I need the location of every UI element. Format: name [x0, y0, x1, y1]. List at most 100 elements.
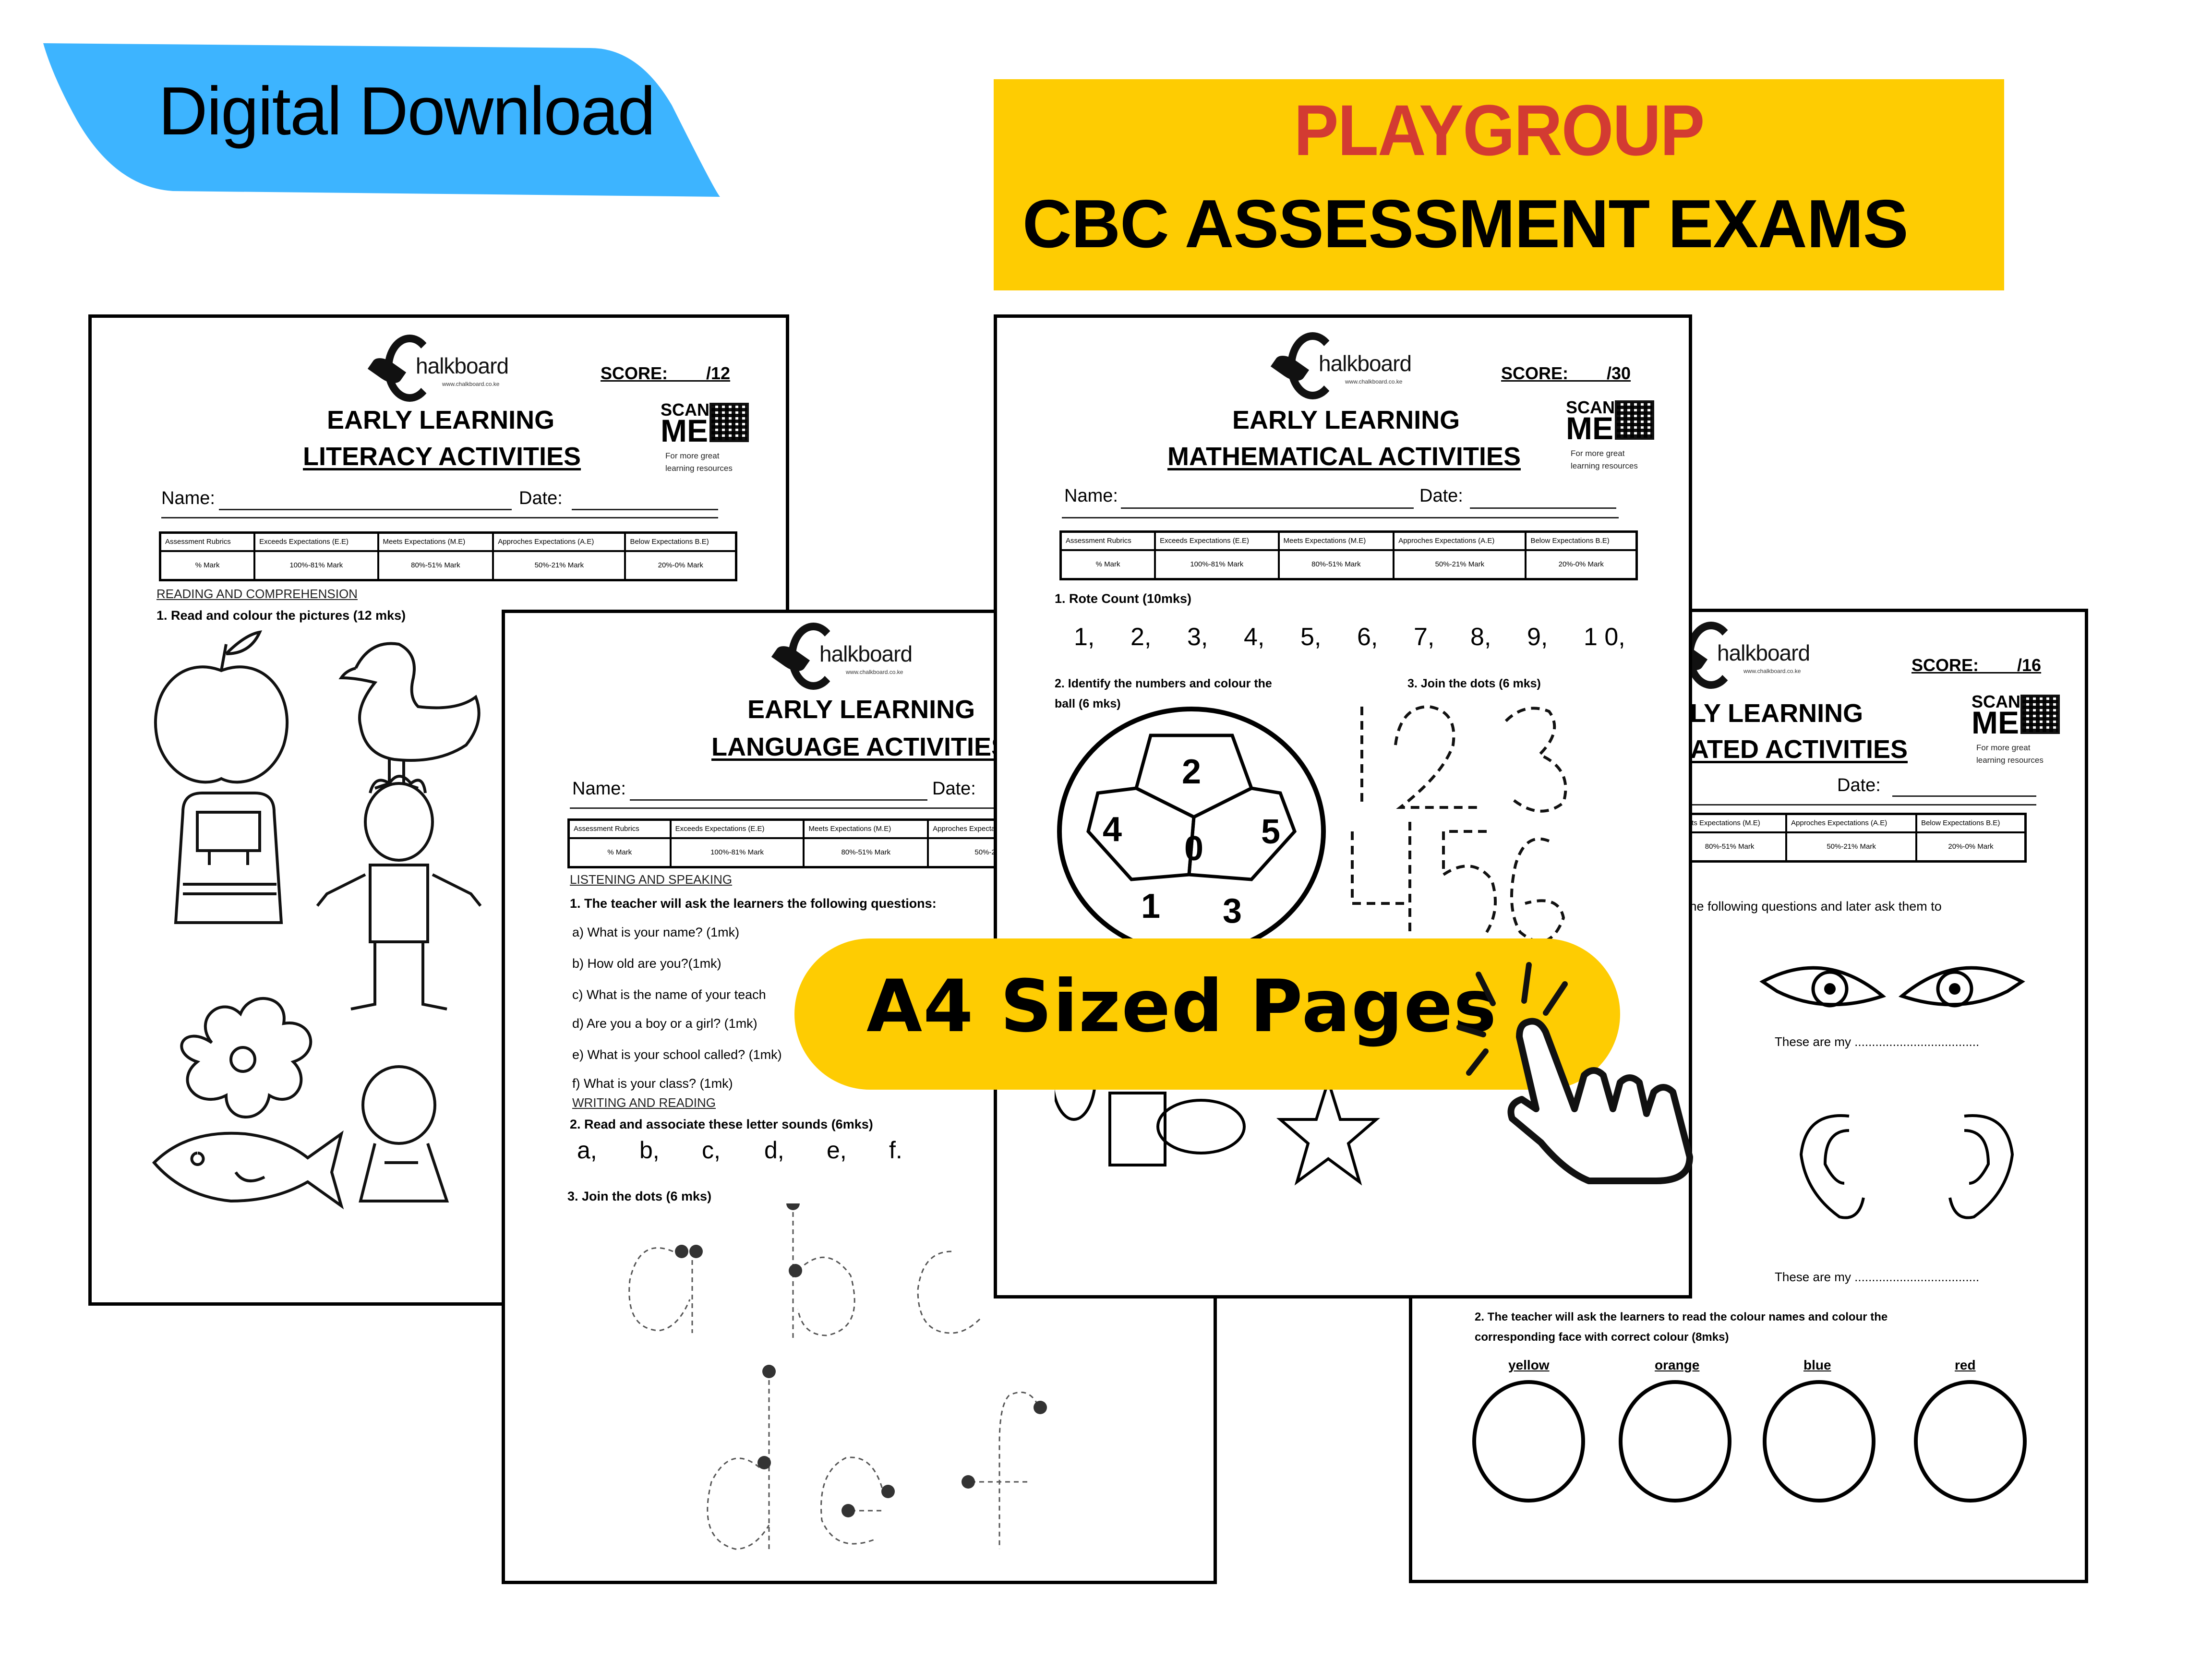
face-orange[interactable]	[1619, 1380, 1731, 1503]
section-reading: READING AND COMPREHENSION	[156, 587, 358, 601]
subtitle-language: LANGUAGE ACTIVITIES	[711, 733, 1009, 761]
date-field[interactable]	[1470, 507, 1616, 509]
face-yellow[interactable]	[1472, 1380, 1585, 1503]
ball-number: 0	[1184, 830, 1203, 868]
title-playgroup: PLAYGROUP	[1294, 90, 1705, 170]
step-2-marker	[689, 1245, 703, 1258]
chalkboard-logo: halkboard www.chalkboard.co.ke	[367, 335, 519, 407]
trace-letter-e	[820, 1456, 885, 1545]
heading-partial: RLY LEARNING	[1671, 699, 1863, 728]
flower-icon	[180, 997, 313, 1118]
divider	[161, 517, 718, 518]
face-red[interactable]	[1914, 1380, 2027, 1503]
question-2: 2. Read and associate these letter sound…	[570, 1117, 873, 1131]
score-label: SCORE: /12	[601, 363, 731, 383]
question-1: 1. Read and colour the pictures (12 mks)	[156, 608, 406, 623]
question-2b: corresponding face with correct colour (…	[1475, 1331, 1729, 1344]
trace-digit-4	[1351, 822, 1411, 932]
qr-code-icon	[2020, 695, 2060, 734]
date-field[interactable]	[1892, 795, 2036, 797]
question-1: 1. The teacher will ask the learners the…	[570, 896, 937, 911]
rote-count-numbers: 1, 2, 3, 4, 5, 6, 7, 8, 9, 1 0,	[1074, 623, 1625, 651]
ball-number: 1	[1141, 887, 1160, 926]
section-listening: LISTENING AND SPEAKING	[570, 872, 733, 887]
chalkboard-logo: halkboard www.chalkboard.co.ke	[1270, 332, 1422, 404]
date-label: Date:	[932, 779, 976, 799]
date-label: Date:	[519, 488, 563, 508]
step-2-marker	[789, 1264, 802, 1277]
step-1-marker	[675, 1245, 688, 1258]
ear-icon	[1948, 1114, 2014, 1219]
name-label: Name:	[572, 779, 626, 799]
trace-letter-a	[628, 1247, 693, 1333]
question-2a: 2. Identify the numbers and colour the	[1055, 677, 1272, 690]
question-1f: f) What is your class? (1mk)	[572, 1076, 733, 1091]
eyes-picture	[1759, 966, 2025, 1008]
name-field[interactable]	[630, 799, 927, 801]
name-field[interactable]	[219, 509, 512, 510]
ear-icon	[1799, 1114, 1865, 1219]
date-label: Date:	[1419, 486, 1463, 506]
letter-sounds: a, b, c, d, e, f.	[577, 1137, 902, 1164]
trace-letter-c	[917, 1250, 981, 1334]
qr-code-icon	[709, 403, 749, 442]
step-1-marker	[757, 1456, 771, 1469]
colour-word-red: red	[1955, 1358, 1976, 1372]
ears-picture	[1799, 1114, 2014, 1219]
heading-early-learning: EARLY LEARNING	[747, 695, 975, 724]
these-are-my-eyes: These are my ...........................…	[1775, 1034, 1980, 1049]
trace-digit-3	[1504, 707, 1567, 813]
girl-icon	[359, 1065, 449, 1202]
circle-shape	[1156, 1099, 1246, 1154]
score-label: SCORE: /16	[1911, 655, 2042, 675]
divider	[1062, 517, 1619, 518]
question-3: 3. Join the dots (6 mks)	[1407, 677, 1541, 690]
step-1-marker	[842, 1504, 855, 1517]
chalkboard-logo: halkboard www.chalkboard.co.ke	[1669, 622, 1820, 694]
boy-icon	[316, 775, 482, 1010]
chalkboard-logo: halkboard www.chalkboard.co.ke	[771, 623, 923, 695]
digital-download-label: Digital Download	[158, 73, 656, 149]
face-blue[interactable]	[1763, 1380, 1875, 1503]
trace-digit-5	[1442, 830, 1497, 933]
colour-word-yellow: yellow	[1508, 1358, 1550, 1372]
a4-badge-label: A4 Sized Pages	[866, 965, 1498, 1048]
question-1a: a) What is your name? (1mk)	[572, 925, 740, 939]
star-shape	[1276, 1076, 1381, 1186]
question-1c: c) What is the name of your teach	[572, 987, 766, 1002]
pointing-hand-icon	[1456, 962, 1693, 1184]
section-writing: WRITING AND READING	[572, 1095, 716, 1110]
question-2a: 2. The teacher will ask the learners to …	[1475, 1310, 1888, 1323]
step-1-marker	[786, 1203, 800, 1210]
date-field[interactable]	[572, 509, 718, 510]
duck-icon	[338, 642, 481, 790]
step-2-marker	[881, 1485, 895, 1498]
scan-me-qr: SCAN ME For more great learning resources	[661, 401, 752, 483]
score-label: SCORE: /30	[1501, 363, 1631, 383]
scan-me-qr: SCAN ME For more great learning resources	[1972, 693, 2063, 775]
trace-letter-f	[971, 1391, 1039, 1549]
apple-icon	[154, 630, 289, 784]
heading-early-learning: EARLY LEARNING	[327, 406, 555, 434]
step-2-marker	[962, 1475, 975, 1489]
qr-code-icon	[1615, 400, 1654, 440]
ball-number: 3	[1223, 892, 1242, 930]
trace-digit-2	[1394, 705, 1477, 809]
scan-me-qr: SCAN ME For more great learning resources	[1566, 399, 1657, 481]
rubric-table: Assessment Rubrics Exceeds Expectations (…	[159, 531, 737, 581]
digital-download-banner: Digital Download	[0, 0, 816, 202]
question-1-partial: rs the following questions and later ask…	[1671, 899, 1942, 914]
question-3: 3. Join the dots (6 mks)	[567, 1189, 712, 1203]
name-label: Name:	[161, 488, 215, 508]
ball-number: 2	[1182, 753, 1201, 791]
ball-number: 4	[1103, 810, 1122, 849]
question-1: 1. Rote Count (10mks)	[1055, 591, 1192, 606]
ball-number: 5	[1261, 813, 1280, 851]
subtitle-literacy: LITERACY ACTIVITIES	[303, 442, 581, 471]
trace-letter-b	[792, 1203, 855, 1338]
name-field[interactable]	[1121, 507, 1414, 509]
question-1e: e) What is your school called? (1mk)	[572, 1047, 782, 1062]
these-are-my-ears: These are my ...........................…	[1775, 1270, 1980, 1284]
heading-early-learning: EARLY LEARNING	[1232, 406, 1460, 434]
date-label: Date:	[1837, 775, 1881, 795]
